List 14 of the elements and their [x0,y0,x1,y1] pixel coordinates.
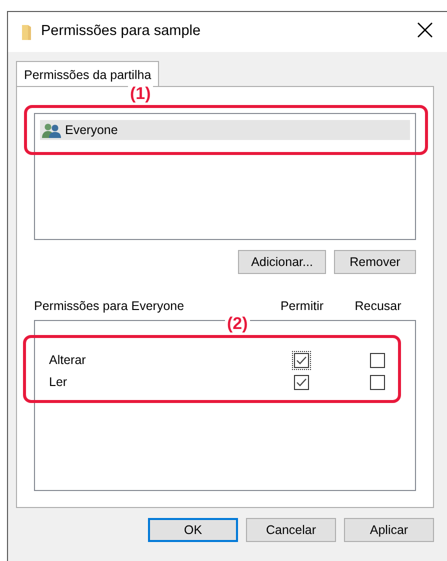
remove-button[interactable]: Remover [334,250,416,274]
permissions-heading: Permissões para Everyone [34,298,186,316]
callout-label: (2) [225,315,250,332]
dialog-button[interactable]: OK [148,518,238,542]
window-title: Permissões para sample [41,22,201,42]
column-header: Permitir [279,298,325,316]
dialog-button[interactable]: Cancelar [246,518,336,542]
permission-name: Ler [48,374,68,391]
column-header: Recusar [354,298,402,316]
permission-name: Alterar [48,352,87,369]
add-button[interactable]: Adicionar... [238,250,326,274]
list-item[interactable]: Everyone [40,120,410,140]
dialog-button[interactable]: Aplicar [344,518,434,542]
callout-label: (1) [128,85,153,102]
